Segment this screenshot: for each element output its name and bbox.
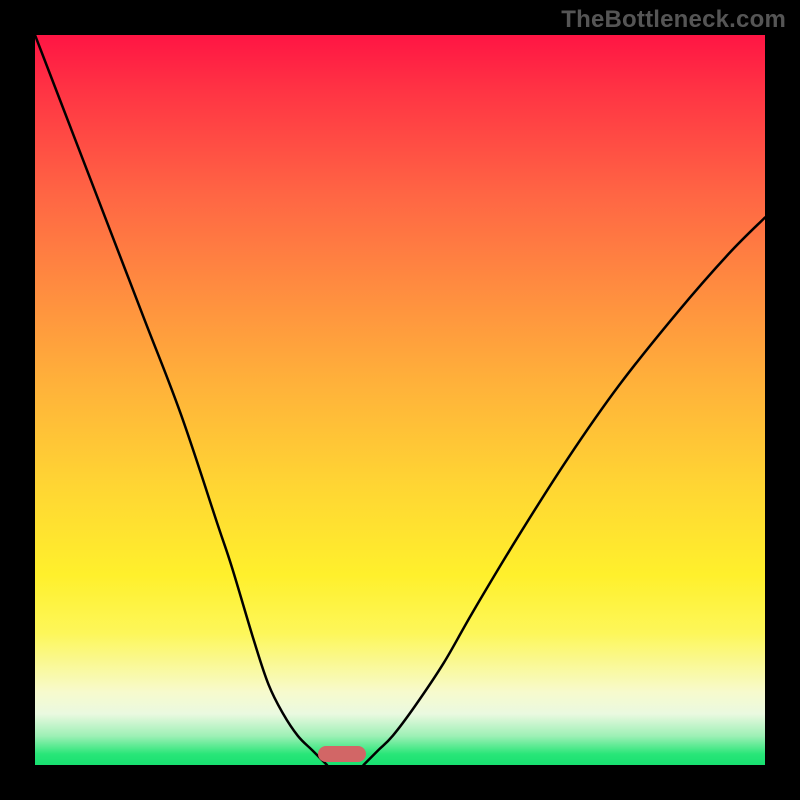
curve-right-branch <box>364 218 766 766</box>
curve-layer <box>35 35 765 765</box>
chart-frame: TheBottleneck.com <box>0 0 800 800</box>
minimum-marker <box>318 746 366 762</box>
watermark-text: TheBottleneck.com <box>561 6 786 34</box>
plot-area <box>35 35 765 765</box>
curve-left-branch <box>35 35 327 765</box>
